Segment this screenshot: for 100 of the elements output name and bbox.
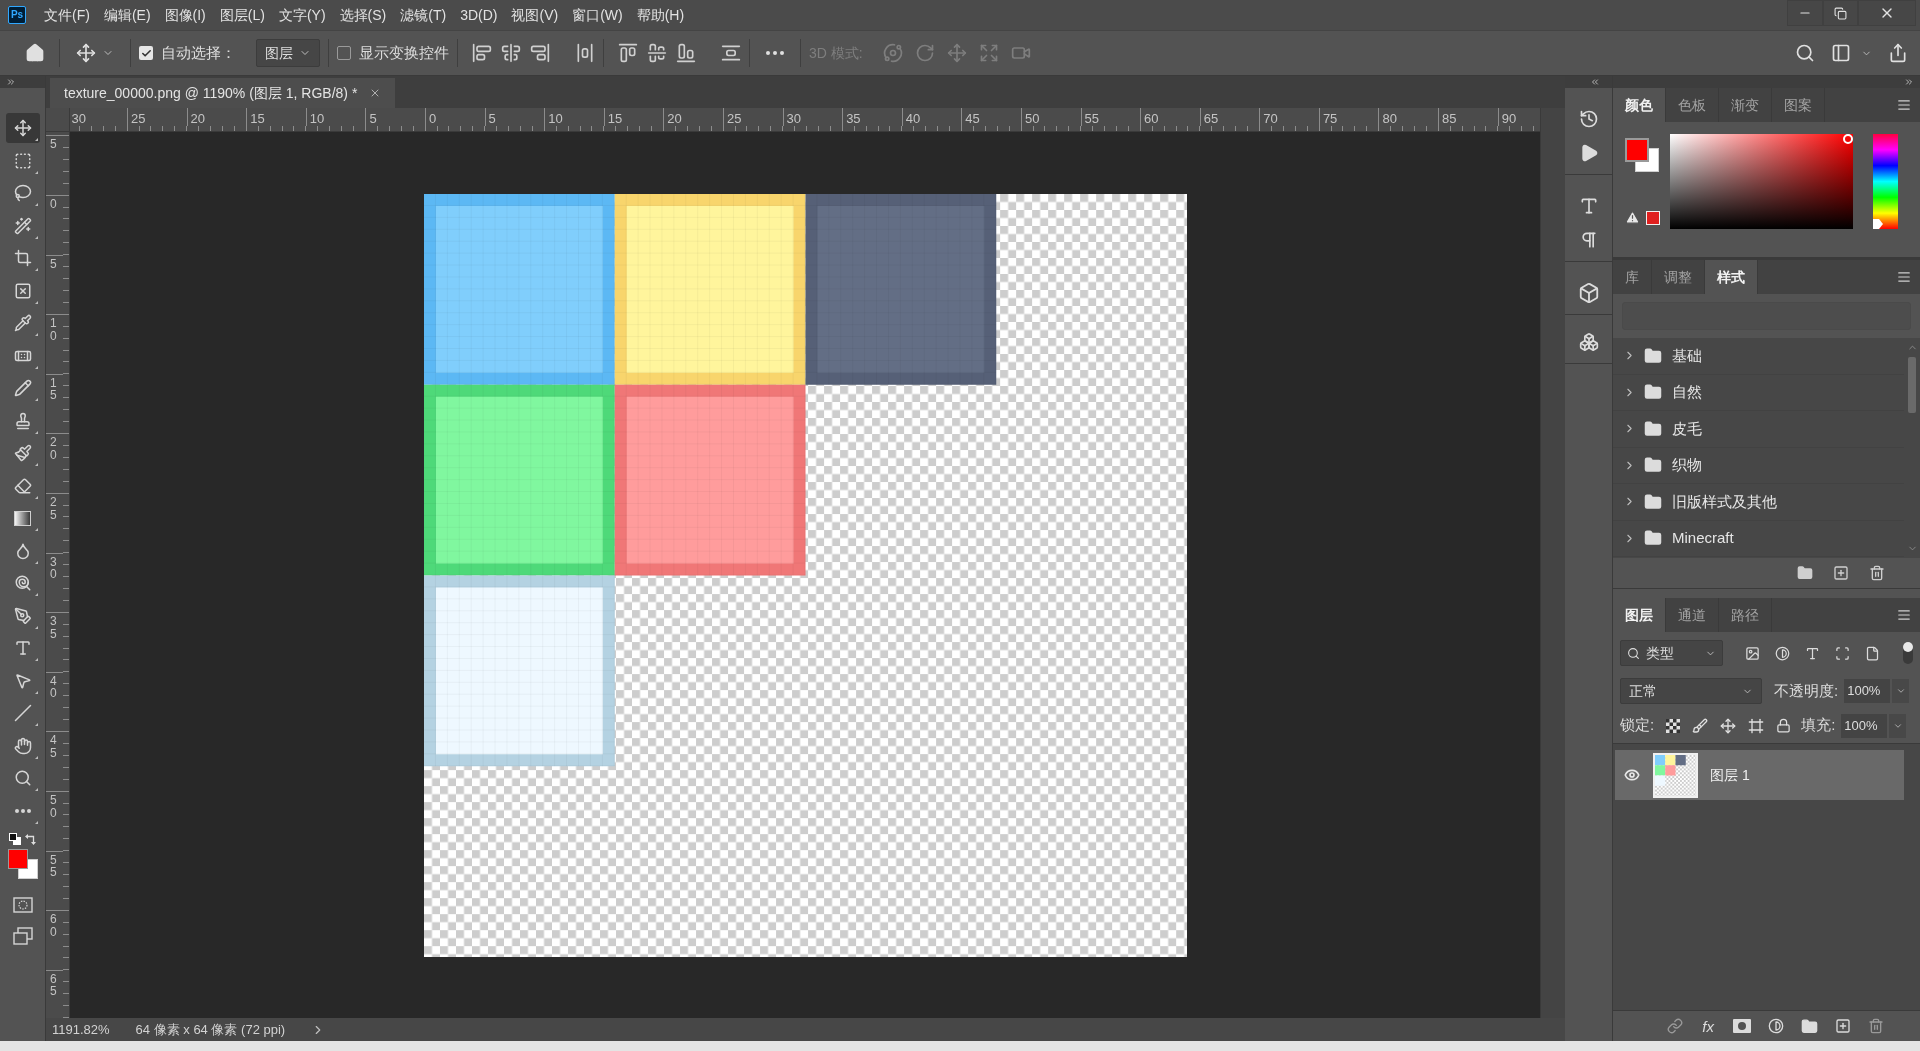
restore-button[interactable] xyxy=(1823,0,1858,26)
panel-menu-icon[interactable] xyxy=(1897,270,1911,284)
artboard-frame-icon[interactable] xyxy=(1748,717,1765,734)
style-group-item[interactable]: 基础 xyxy=(1613,338,1904,375)
brush-icon[interactable] xyxy=(1692,717,1709,734)
panel-tab[interactable]: 样式 xyxy=(1705,260,1758,294)
style-group-label[interactable]: 基础 xyxy=(1672,344,1702,367)
move-arrows-icon[interactable] xyxy=(1720,717,1737,734)
target-dropdown[interactable]: 图层 xyxy=(256,39,320,67)
plus-square-icon[interactable] xyxy=(1833,565,1849,581)
menu-item[interactable]: 窗口(W) xyxy=(565,2,630,28)
image-icon[interactable] xyxy=(1745,645,1760,661)
quick-mask-icon[interactable] xyxy=(12,897,33,913)
style-group-label[interactable]: 皮毛 xyxy=(1672,417,1702,440)
color-field[interactable] xyxy=(1670,134,1853,229)
lock-icon[interactable] xyxy=(1776,718,1792,733)
ruler-label: 25 xyxy=(50,495,57,522)
filter-toggle[interactable] xyxy=(1903,642,1913,664)
gradient-icon xyxy=(14,510,31,526)
opacity-field[interactable]: 100% xyxy=(1844,679,1891,703)
slider-thumb[interactable] xyxy=(1873,219,1883,229)
more-icon[interactable] xyxy=(766,51,784,55)
ruler-label: 5 xyxy=(488,111,496,126)
expand-icon[interactable] xyxy=(6,77,16,87)
menu-item[interactable]: 选择(S) xyxy=(332,2,394,28)
color-swatch[interactable] xyxy=(1646,210,1660,225)
share-icon[interactable] xyxy=(1888,43,1908,63)
distribute-icon[interactable] xyxy=(575,43,595,63)
style-group-item[interactable]: 自然 xyxy=(1613,374,1904,411)
shape-frame-icon[interactable] xyxy=(1835,645,1850,661)
menu-item[interactable]: 视图(V) xyxy=(504,2,566,28)
trash-icon[interactable] xyxy=(1868,1018,1884,1034)
hue-slider[interactable] xyxy=(1873,134,1898,229)
align-middle-icon[interactable] xyxy=(647,43,667,63)
align-top-icon[interactable] xyxy=(618,43,638,63)
align-right-icon[interactable] xyxy=(530,43,550,63)
document-icon[interactable] xyxy=(1865,645,1880,661)
align-left-icon[interactable] xyxy=(472,43,492,63)
screen-mode-icon[interactable] xyxy=(12,927,33,945)
menu-item[interactable]: 编辑(E) xyxy=(96,2,158,28)
panel-menu-icon[interactable] xyxy=(1897,98,1911,112)
align-bottom-icon[interactable] xyxy=(676,43,696,63)
menu-item[interactable]: 图像(I) xyxy=(157,2,213,28)
filter-type-dropdown[interactable]: 类型 xyxy=(1620,640,1723,666)
collapse-icon[interactable] xyxy=(1590,77,1600,87)
panel-menu-icon[interactable] xyxy=(1897,608,1911,622)
layer-row[interactable]: 图层 1 xyxy=(1615,750,1904,800)
ruler-label: 30 xyxy=(50,555,57,581)
ruler-label: 75 xyxy=(1322,111,1338,126)
trash-icon[interactable] xyxy=(1869,565,1885,581)
half-circle-icon[interactable] xyxy=(1768,1018,1784,1034)
cube-icon[interactable] xyxy=(1577,282,1600,304)
style-group-item[interactable]: Minecraft xyxy=(1613,520,1904,557)
history-icon[interactable] xyxy=(1578,109,1599,129)
mask-icon[interactable] xyxy=(1733,1019,1751,1033)
menu-item[interactable]: 文字(Y) xyxy=(271,2,333,28)
swap-arrows-icon[interactable] xyxy=(24,833,37,845)
panel-tab[interactable]: 图层 xyxy=(1613,598,1666,632)
ruler-label: 10 xyxy=(548,111,563,126)
menu-item[interactable]: 文件(F) xyxy=(37,2,97,28)
ruler-label: 30 xyxy=(786,111,801,126)
layer-style-button[interactable]: fx xyxy=(1700,1018,1716,1034)
tool-button[interactable] xyxy=(5,113,40,144)
workspace-icon[interactable] xyxy=(1831,43,1851,63)
color-swatch-pair[interactable] xyxy=(1625,138,1659,172)
style-group-label[interactable]: Minecraft xyxy=(1672,527,1734,550)
chain-link-icon[interactable] xyxy=(1667,1018,1684,1034)
align-center-icon[interactable] xyxy=(501,43,521,63)
menu-item[interactable]: 帮助(H) xyxy=(629,2,692,28)
layer-name[interactable]: 图层 1 xyxy=(1710,764,1750,786)
blend-mode-dropdown[interactable]: 正常 xyxy=(1620,678,1762,704)
style-group-label[interactable]: 旧版样式及其他 xyxy=(1672,490,1777,513)
color-swatch-pair[interactable] xyxy=(7,849,38,879)
type-icon[interactable] xyxy=(1805,645,1820,661)
style-group-item[interactable]: 旧版样式及其他 xyxy=(1613,484,1904,521)
close-button[interactable] xyxy=(1858,0,1916,26)
expand-icon[interactable] xyxy=(1904,77,1914,87)
style-group-item[interactable]: 皮毛 xyxy=(1613,411,1904,448)
document-tab[interactable]: texture_00000.png @ 1190% (图层 1, RGB/8) * xyxy=(50,78,396,108)
folder-icon[interactable] xyxy=(1801,1017,1818,1035)
style-group-label[interactable]: 织物 xyxy=(1672,454,1702,477)
half-circle-icon[interactable] xyxy=(1775,645,1790,661)
menu-item[interactable]: 滤镜(T) xyxy=(393,2,454,28)
search-icon[interactable] xyxy=(1795,43,1815,63)
cubes-icon[interactable] xyxy=(1578,332,1599,352)
folder-icon[interactable] xyxy=(1797,565,1813,581)
default-colors-icon[interactable] xyxy=(8,833,21,845)
style-group-label[interactable]: 自然 xyxy=(1672,381,1702,404)
scrollbar-thumb[interactable] xyxy=(1908,357,1916,413)
menu-item[interactable]: 图层(L) xyxy=(212,2,272,28)
menu-item[interactable]: 3D(D) xyxy=(453,2,505,28)
auto-select-checkbox[interactable] xyxy=(139,46,153,60)
checkerboard-icon[interactable] xyxy=(1666,718,1681,733)
distribute-icon[interactable] xyxy=(721,43,741,63)
plus-square-icon[interactable] xyxy=(1835,1018,1851,1034)
warning-icon[interactable] xyxy=(1625,210,1640,225)
transform-controls-checkbox[interactable] xyxy=(337,46,351,60)
style-group-item[interactable]: 织物 xyxy=(1613,447,1904,484)
panel-tab[interactable]: 颜色 xyxy=(1613,88,1666,122)
fill-field[interactable]: 100% xyxy=(1841,713,1888,738)
